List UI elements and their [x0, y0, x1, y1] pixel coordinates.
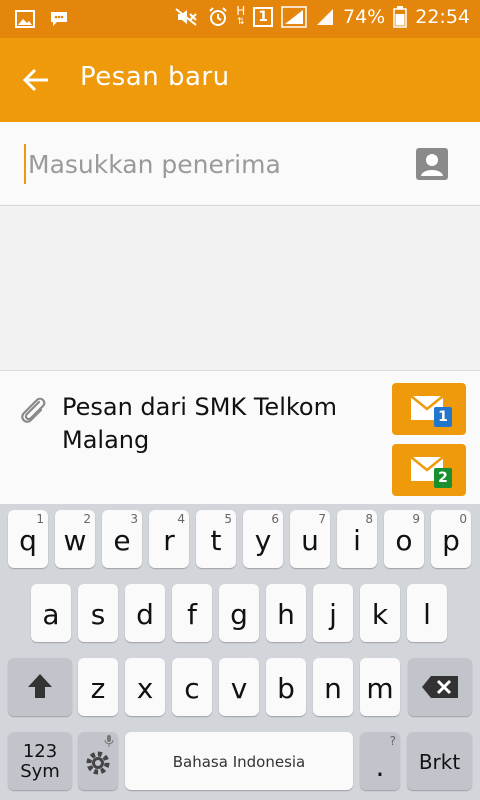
backspace-icon — [422, 676, 458, 698]
shift-arrow-icon — [28, 674, 52, 698]
key-e[interactable]: 3e — [102, 510, 142, 568]
alarm-icon — [208, 7, 228, 27]
conversation-area — [0, 207, 480, 370]
period-key[interactable]: ? . — [360, 732, 400, 790]
key-z[interactable]: z — [78, 658, 118, 716]
key-y[interactable]: 6y — [243, 510, 283, 568]
contact-picker-button[interactable] — [416, 148, 448, 180]
page-title: Pesan baru — [80, 62, 230, 92]
key-w[interactable]: 2w — [55, 510, 95, 568]
gear-icon — [86, 751, 110, 775]
key-i[interactable]: 8i — [337, 510, 377, 568]
shift-key[interactable] — [8, 658, 72, 716]
key-x[interactable]: x — [125, 658, 165, 716]
attach-button[interactable] — [14, 391, 52, 431]
backspace-key[interactable] — [408, 658, 472, 716]
back-button[interactable] — [14, 60, 58, 100]
send-sim2-button[interactable]: 2 — [392, 444, 466, 496]
battery-icon — [393, 6, 407, 28]
sim-badge-icon: 1 — [253, 7, 273, 27]
key-c[interactable]: c — [172, 658, 212, 716]
key-f[interactable]: f — [172, 584, 212, 642]
key-p[interactable]: 0p — [431, 510, 471, 568]
sim1-badge: 1 — [434, 407, 452, 427]
sim2-badge: 2 — [434, 468, 452, 488]
chat-icon — [48, 8, 70, 30]
key-q[interactable]: 1q — [8, 510, 48, 568]
key-h[interactable]: h — [266, 584, 306, 642]
key-m[interactable]: m — [360, 658, 400, 716]
key-v[interactable]: v — [219, 658, 259, 716]
key-r[interactable]: 4r — [149, 510, 189, 568]
settings-key[interactable] — [78, 732, 118, 790]
key-l[interactable]: l — [407, 584, 447, 642]
key-n[interactable]: n — [313, 658, 353, 716]
space-key[interactable]: Bahasa Indonesia — [125, 732, 353, 790]
keyboard: 1q 2w 3e 4r 5t 6y 7u 8i 9o 0p a s d f g … — [0, 504, 480, 800]
key-k[interactable]: k — [360, 584, 400, 642]
key-a[interactable]: a — [31, 584, 71, 642]
contact-icon — [421, 154, 443, 176]
network-type-icon: H ⇅ — [236, 4, 246, 27]
app-bar: Pesan baru — [0, 38, 480, 122]
mic-icon — [104, 735, 114, 747]
clock: 22:54 — [415, 6, 470, 28]
key-o[interactable]: 9o — [384, 510, 424, 568]
key-j[interactable]: j — [313, 584, 353, 642]
key-t[interactable]: 5t — [196, 510, 236, 568]
key-s[interactable]: s — [78, 584, 118, 642]
key-u[interactable]: 7u — [290, 510, 330, 568]
paperclip-icon — [21, 397, 46, 423]
mute-icon — [174, 7, 200, 27]
symbols-key[interactable]: 123 Sym — [8, 732, 72, 790]
signal-2-icon — [315, 7, 335, 27]
key-g[interactable]: g — [219, 584, 259, 642]
gallery-icon — [14, 8, 36, 30]
send-sim1-button[interactable]: 1 — [392, 383, 466, 435]
battery-percent: 74% — [343, 6, 386, 28]
key-d[interactable]: d — [125, 584, 165, 642]
recipient-bar — [0, 122, 480, 206]
signal-icon — [281, 6, 307, 28]
status-bar: H ⇅ 1 74% 22:54 — [0, 0, 480, 38]
back-arrow-icon — [22, 68, 48, 92]
recipient-input[interactable] — [24, 144, 384, 184]
message-input[interactable]: Pesan dari SMK Telkom Malang — [62, 391, 380, 457]
brkt-key[interactable]: Brkt — [407, 732, 472, 790]
key-b[interactable]: b — [266, 658, 306, 716]
compose-bar: Pesan dari SMK Telkom Malang 1 2 — [0, 370, 480, 504]
